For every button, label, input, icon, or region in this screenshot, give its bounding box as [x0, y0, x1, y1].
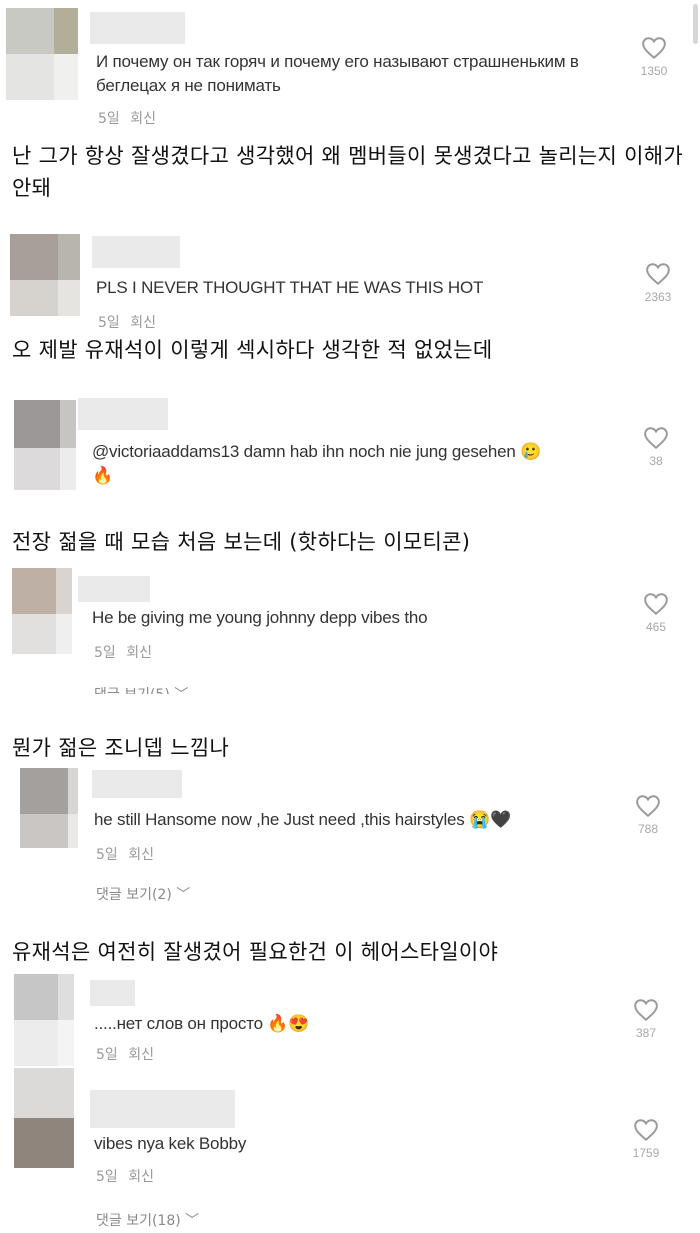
view-replies-link[interactable]: 댓글 보기(5) ﹀ — [94, 684, 188, 694]
like-button[interactable]: 1759 — [622, 1118, 670, 1160]
username-blurred[interactable] — [90, 980, 135, 1006]
view-replies-link[interactable]: 댓글 보기(2) ﹀ — [96, 884, 190, 904]
like-button[interactable]: 387 — [622, 998, 670, 1040]
avatar[interactable] — [6, 8, 78, 100]
comment-meta[interactable]: 5일 회신 — [98, 312, 156, 332]
like-button[interactable]: 1350 — [630, 36, 678, 78]
comment-body: @victoriaaddams13 damn hab ihn noch nie … — [92, 442, 516, 461]
translation-text: 난 그가 항상 잘생겼다고 생각했어 왜 멤버들이 못생겼다고 놀리는지 이해가… — [12, 144, 683, 200]
comment-body: .....нет слов он просто — [94, 1014, 263, 1033]
comment-meta[interactable]: 5일 회신 — [96, 844, 154, 864]
comment-text: PLS I NEVER THOUGHT THAT HE WAS THIS HOT — [96, 278, 484, 297]
avatar[interactable] — [20, 768, 78, 848]
translation-text: 전장 젊을 때 모습 처음 보는데 (핫하다는 이모티콘) — [12, 530, 471, 554]
username-blurred[interactable] — [90, 12, 185, 44]
heart-icon[interactable] — [633, 1118, 659, 1142]
comment-text: И почему он так горяч и почему его назыв… — [96, 52, 579, 95]
heart-icon[interactable] — [643, 426, 669, 450]
like-button[interactable]: 2363 — [634, 262, 682, 304]
translation-text: 유재석은 여전히 잘생겼어 필요한건 이 헤어스타일이야 — [12, 940, 499, 964]
comment-text: .....нет слов он просто 🔥😍 — [94, 1012, 494, 1036]
comment-meta[interactable]: 5일 회신 — [98, 108, 156, 128]
like-count: 1759 — [632, 1146, 660, 1160]
username-blurred[interactable] — [92, 236, 180, 268]
username-blurred[interactable] — [90, 1090, 235, 1128]
like-count: 465 — [645, 620, 667, 634]
translation-text: 오 제발 유재석이 이렇게 섹시하다 생각한 적 없었는데 — [12, 338, 493, 362]
heart-icon[interactable] — [641, 36, 667, 60]
heart-icon[interactable] — [633, 998, 659, 1022]
username-blurred[interactable] — [92, 770, 182, 798]
emoji-fire-hearteyes: 🔥😍 — [267, 1014, 310, 1033]
scrollbar[interactable] — [693, 4, 698, 44]
heart-icon[interactable] — [643, 592, 669, 616]
comment-meta[interactable]: 5일 회신 — [96, 1166, 154, 1186]
like-count: 1350 — [640, 64, 668, 78]
like-count: 38 — [649, 454, 663, 468]
comment-text: vibes nya kek Bobby — [94, 1134, 247, 1153]
username-blurred[interactable] — [78, 398, 168, 430]
translation-text: 뭔가 젊은 조니뎁 느낌나 — [12, 736, 230, 760]
heart-icon[interactable] — [645, 262, 671, 286]
avatar[interactable] — [12, 568, 72, 654]
comment-text: He be giving me young johnny depp vibes … — [92, 608, 428, 627]
emoji-sob-heart: 😭🖤 — [469, 810, 512, 829]
comment-text: he still Hansome now ,he Just need ,this… — [94, 808, 614, 832]
avatar[interactable] — [14, 400, 76, 490]
like-count: 387 — [635, 1026, 657, 1040]
comment-meta[interactable]: 5일 회신 — [96, 1044, 154, 1064]
avatar[interactable] — [14, 1068, 74, 1168]
heart-icon[interactable] — [635, 794, 661, 818]
username-blurred[interactable] — [78, 576, 150, 602]
comment-meta[interactable]: 5일 회신 — [94, 642, 152, 662]
like-button[interactable]: 38 — [632, 426, 680, 468]
like-count: 2363 — [644, 290, 672, 304]
avatar[interactable] — [10, 234, 80, 316]
avatar[interactable] — [14, 974, 74, 1066]
comment-body: he still Hansome now ,he Just need ,this… — [94, 810, 465, 829]
like-button[interactable]: 788 — [624, 794, 672, 836]
comment-text: @victoriaaddams13 damn hab ihn noch nie … — [92, 440, 552, 488]
like-button[interactable]: 465 — [632, 592, 680, 634]
like-count: 788 — [637, 822, 659, 836]
view-replies-link[interactable]: 댓글 보기(18) ﹀ — [96, 1210, 199, 1230]
